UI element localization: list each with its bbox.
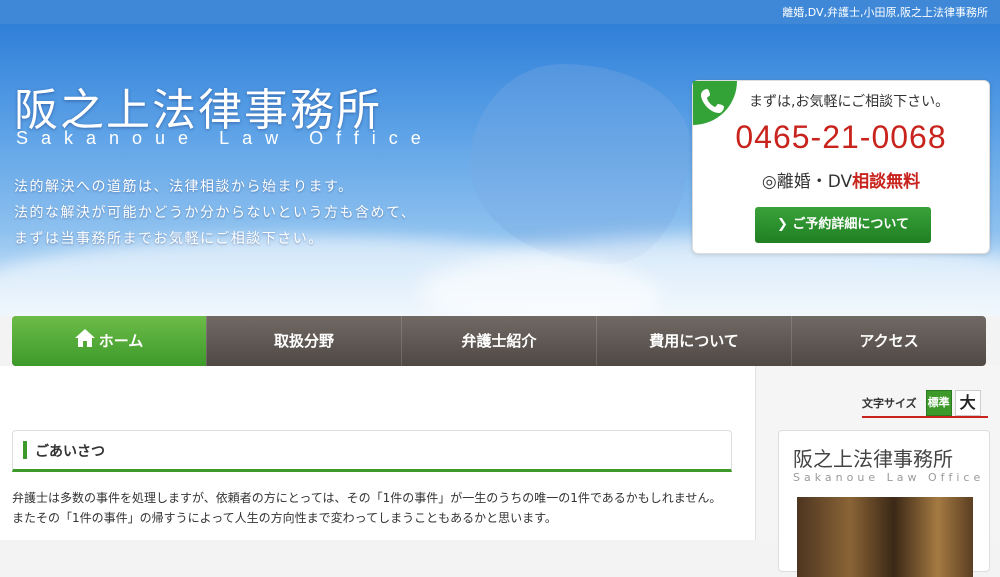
chevron-right-icon: ❯	[776, 217, 788, 232]
greeting-header: ごあいさつ	[12, 430, 732, 472]
consult-prefix: ◎離婚・DV	[761, 172, 853, 192]
sidebar-office-subtitle: Sakanoue Law Office	[793, 471, 985, 484]
map-silhouette	[470, 64, 690, 264]
contact-box: まずは,お気軽にご相談下さい。 0465-21-0068 ◎離婚・DV相談無料 …	[692, 80, 990, 254]
nav-access[interactable]: アクセス	[791, 316, 986, 366]
reservation-button[interactable]: ❯ ご予約詳細について	[755, 207, 931, 243]
sidebar-office-title: 阪之上法律事務所	[793, 447, 953, 471]
office-bookshelf-image	[797, 497, 973, 577]
free-consultation: ◎離婚・DV相談無料	[693, 167, 989, 192]
global-nav: ホーム 取扱分野 弁護士紹介 費用について アクセス	[12, 316, 986, 366]
nav-fees[interactable]: 費用について	[596, 316, 791, 366]
greeting-body: 弁護士は多数の事件を処理しますが、依頼者の方にとっては、その「1件の事件」が一生…	[12, 488, 732, 528]
hero-lead-line: 法的解決への道筋は、法律相談から始まります。	[14, 179, 354, 195]
hero-lead-line: 法的な解決が可能かどうか分からないという方も含めて、	[14, 205, 417, 221]
greeting-accent-bar	[23, 441, 27, 459]
home-icon	[74, 317, 95, 367]
sidebar-divider	[755, 366, 756, 540]
contact-lead: まずは,お気軽にご相談下さい。	[749, 94, 950, 110]
nav-home[interactable]: ホーム	[12, 316, 206, 366]
consult-free: 相談無料	[852, 172, 921, 192]
greeting-title: ごあいさつ	[35, 444, 105, 460]
hero-banner: 阪之上法律事務所 Sakanoue Law Office 法的解決への道筋は、法…	[0, 24, 1000, 316]
font-size-large-button[interactable]: 大	[954, 390, 981, 416]
sidebar-office-card[interactable]: 阪之上法律事務所 Sakanoue Law Office	[778, 430, 990, 577]
site-subtitle: Sakanoue Law Office	[16, 128, 434, 148]
hero-lead-line: まずは当事務所までお気軽にご相談下さい。	[14, 231, 324, 247]
font-size-switcher: 文字サイズ 標準 大	[862, 390, 981, 416]
nav-practice-areas[interactable]: 取扱分野	[206, 316, 401, 366]
nav-home-label: ホーム	[98, 332, 144, 350]
phone-number[interactable]: 0465-21-0068	[693, 119, 989, 156]
greeting-paragraph: 弁護士は多数の事件を処理しますが、依頼者の方にとっては、その「1件の事件」が一生…	[12, 491, 722, 505]
hero-lead: 法的解決への道筋は、法律相談から始まります。 法的な解決が可能かどうか分からない…	[14, 174, 416, 252]
reservation-button-label: ご予約詳細について	[792, 217, 910, 232]
font-size-label: 文字サイズ	[862, 397, 917, 410]
font-size-standard-button[interactable]: 標準	[925, 390, 952, 416]
top-bar: 離婚,DV,弁護士,小田原,阪之上法律事務所	[0, 0, 1000, 24]
top-keywords: 離婚,DV,弁護士,小田原,阪之上法律事務所	[782, 6, 988, 19]
greeting-paragraph: またその「1件の事件」の帰すうによって人生の方向性まで変わってしまうこともあるか…	[12, 511, 557, 525]
font-size-underline	[862, 416, 988, 418]
nav-lawyer-profile[interactable]: 弁護士紹介	[401, 316, 596, 366]
